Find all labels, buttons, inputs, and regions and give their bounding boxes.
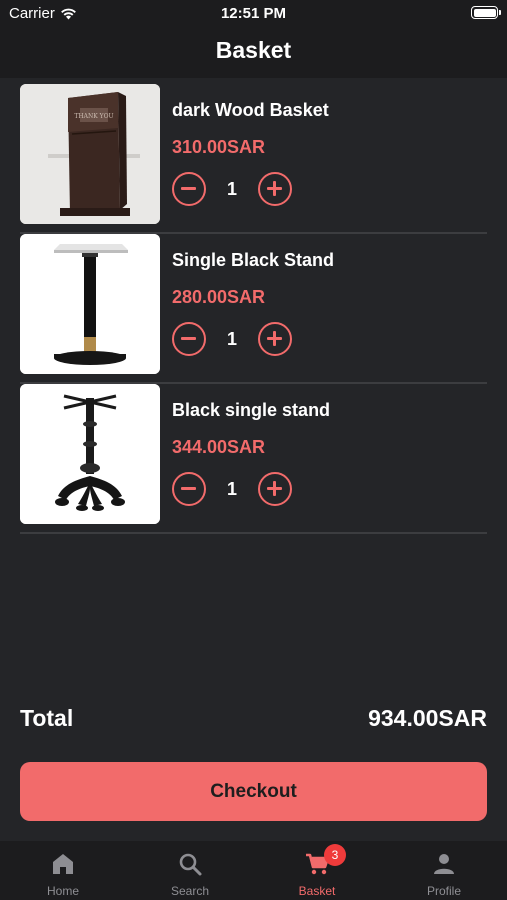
cart-item[interactable]: Black single stand 344.00SAR 1 bbox=[20, 384, 487, 534]
item-name: Single Black Stand bbox=[172, 250, 335, 270]
home-icon bbox=[53, 854, 73, 874]
total-label: Total bbox=[20, 705, 74, 731]
increase-quantity-button[interactable] bbox=[258, 322, 292, 356]
quantity-value: 1 bbox=[226, 479, 237, 499]
minus-icon bbox=[181, 337, 196, 340]
total-row: Total 934.00SAR bbox=[20, 705, 487, 735]
decrease-quantity-button[interactable] bbox=[172, 172, 206, 206]
tab-home[interactable]: Home bbox=[0, 841, 126, 900]
search-icon bbox=[179, 853, 202, 876]
minus-icon bbox=[181, 487, 196, 490]
header: Carrier 12:51 PM Basket bbox=[0, 0, 507, 78]
decrease-quantity-button[interactable] bbox=[172, 472, 206, 506]
quantity-value: 1 bbox=[226, 329, 237, 349]
item-price: 310.00SAR bbox=[172, 137, 266, 157]
tab-label: Search bbox=[170, 884, 210, 898]
decrease-quantity-button[interactable] bbox=[172, 322, 206, 356]
ornate-stand-photo bbox=[20, 384, 160, 524]
page-title: Basket bbox=[215, 37, 292, 63]
person-icon bbox=[434, 854, 454, 874]
cart-count-badge: 3 bbox=[324, 844, 346, 866]
checkout-button[interactable]: Checkout bbox=[20, 762, 487, 821]
increase-quantity-button[interactable] bbox=[258, 472, 292, 506]
battery-icon bbox=[471, 6, 501, 19]
status-bar: Carrier 12:51 PM bbox=[0, 0, 507, 28]
quantity-value: 1 bbox=[226, 179, 237, 199]
total-value: 934.00SAR bbox=[368, 705, 487, 731]
cart-list: THANK YOU dark Wood Basket 310.00SAR 1 S… bbox=[20, 84, 487, 534]
quantity-stepper: 1 bbox=[172, 322, 302, 356]
tab-profile[interactable]: Profile bbox=[381, 841, 507, 900]
item-name: Black single stand bbox=[172, 400, 331, 420]
tab-basket[interactable]: 3 Basket bbox=[254, 841, 380, 900]
quantity-stepper: 1 bbox=[172, 472, 302, 506]
wood-basket-photo: THANK YOU bbox=[20, 84, 160, 224]
item-price: 344.00SAR bbox=[172, 437, 266, 457]
tab-bar: Home Search 3 Basket Profile bbox=[0, 841, 507, 900]
item-price: 280.00SAR bbox=[172, 287, 266, 307]
tab-label: Profile bbox=[426, 884, 461, 898]
tab-label: Home bbox=[46, 884, 79, 898]
cart-item[interactable]: Single Black Stand 280.00SAR 1 bbox=[20, 234, 487, 384]
item-name: dark Wood Basket bbox=[172, 100, 329, 120]
cart-item[interactable]: THANK YOU dark Wood Basket 310.00SAR 1 bbox=[20, 84, 487, 234]
status-time: 12:51 PM bbox=[220, 5, 287, 22]
black-stand-photo bbox=[20, 234, 160, 374]
svg-text:THANK YOU: THANK YOU bbox=[74, 113, 113, 120]
minus-icon bbox=[181, 187, 196, 190]
divider bbox=[20, 532, 487, 534]
quantity-stepper: 1 bbox=[172, 172, 302, 206]
tab-label: Basket bbox=[298, 884, 336, 898]
increase-quantity-button[interactable] bbox=[258, 172, 292, 206]
tab-search[interactable]: Search bbox=[127, 841, 253, 900]
